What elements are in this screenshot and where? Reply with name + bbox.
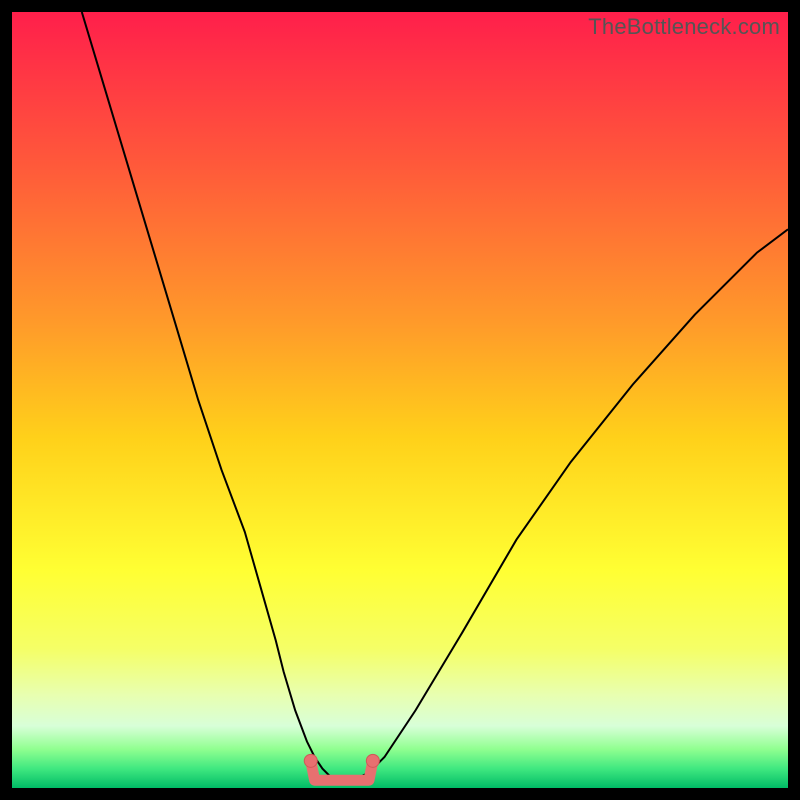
watermark-text: TheBottleneck.com <box>588 14 780 40</box>
left-endpoint-dot <box>304 754 317 767</box>
right-endpoint-dot <box>366 754 379 767</box>
chart-frame: TheBottleneck.com <box>0 0 800 800</box>
bottleneck-chart <box>12 12 788 788</box>
chart-background <box>12 12 788 788</box>
